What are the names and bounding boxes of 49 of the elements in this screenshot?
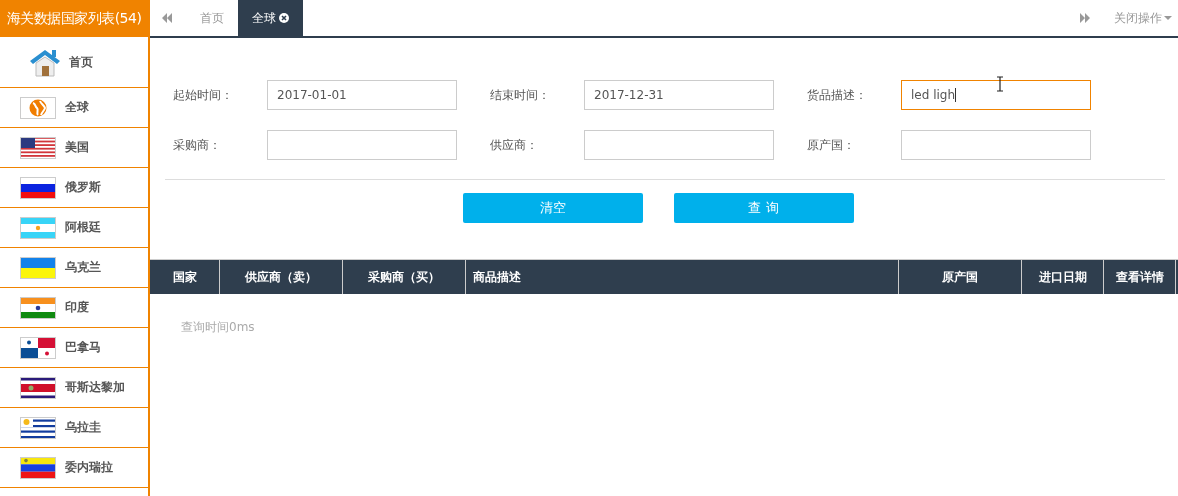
field-label: 起始时间： — [173, 86, 234, 104]
sidebar-item[interactable]: 委内瑞拉 — [0, 448, 148, 488]
field-label: 原产国： — [807, 136, 856, 154]
globe-icon — [20, 96, 56, 119]
sidebar-item[interactable]: 巴拿马 — [0, 328, 148, 368]
column-header: 原产国 — [899, 260, 1022, 294]
india-flag-icon — [20, 296, 56, 319]
caret-icon — [1164, 16, 1172, 20]
scroll-right-icon[interactable] — [1080, 13, 1090, 23]
sidebar-item[interactable]: 哥斯达黎加 — [0, 368, 148, 408]
tab[interactable]: 全球 — [238, 0, 303, 36]
text-cursor-icon — [996, 76, 1004, 92]
uruguay-flag-icon — [20, 416, 56, 439]
input-field[interactable]: 2017-01-01 — [267, 80, 457, 110]
input-field[interactable] — [267, 130, 457, 160]
column-header: 进口日期 — [1022, 260, 1104, 294]
house-icon — [28, 47, 62, 77]
scroll-left-icon[interactable] — [162, 13, 172, 23]
sidebar-item[interactable]: 乌拉圭 — [0, 408, 148, 448]
ukraine-flag-icon — [20, 256, 56, 279]
input-field[interactable]: 2017-12-31 — [584, 80, 774, 110]
argentina-flag-icon — [20, 216, 56, 239]
sidebar-item[interactable]: 乌克兰 — [0, 248, 148, 288]
sidebar-item[interactable]: 俄罗斯 — [0, 168, 148, 208]
venezuela-flag-icon — [20, 456, 56, 479]
input-field[interactable] — [584, 130, 774, 160]
query-time-text: 查询时间0ms — [181, 319, 256, 336]
input-field[interactable] — [901, 130, 1091, 160]
sidebar-item[interactable]: 全球 — [0, 88, 148, 128]
usa-flag-icon — [20, 136, 56, 159]
sidebar-item[interactable]: 阿根廷 — [0, 208, 148, 248]
column-header: 供应商（卖） — [220, 260, 343, 294]
panama-flag-icon — [20, 336, 56, 359]
field-label: 采购商： — [173, 136, 222, 154]
costa-rica-flag-icon — [20, 376, 56, 399]
field-label: 货品描述： — [807, 86, 868, 104]
column-header: 采购商（买） — [343, 260, 466, 294]
field-label: 结束时间： — [490, 86, 551, 104]
column-header: 国家 — [150, 260, 220, 294]
russia-flag-icon — [20, 176, 56, 199]
close-icon[interactable] — [279, 13, 289, 23]
sidebar-item[interactable]: 首页 — [0, 37, 148, 88]
input-field[interactable]: led ligh — [901, 80, 1091, 110]
field-label: 供应商： — [490, 136, 539, 154]
sidebar-item[interactable]: 印度 — [0, 288, 148, 328]
column-header: 商品描述 — [466, 260, 899, 294]
column-header: 查看详情 — [1104, 260, 1176, 294]
sidebar-item[interactable]: 美国 — [0, 128, 148, 168]
sidebar-title: 海关数据国家列表(54) — [0, 0, 148, 37]
